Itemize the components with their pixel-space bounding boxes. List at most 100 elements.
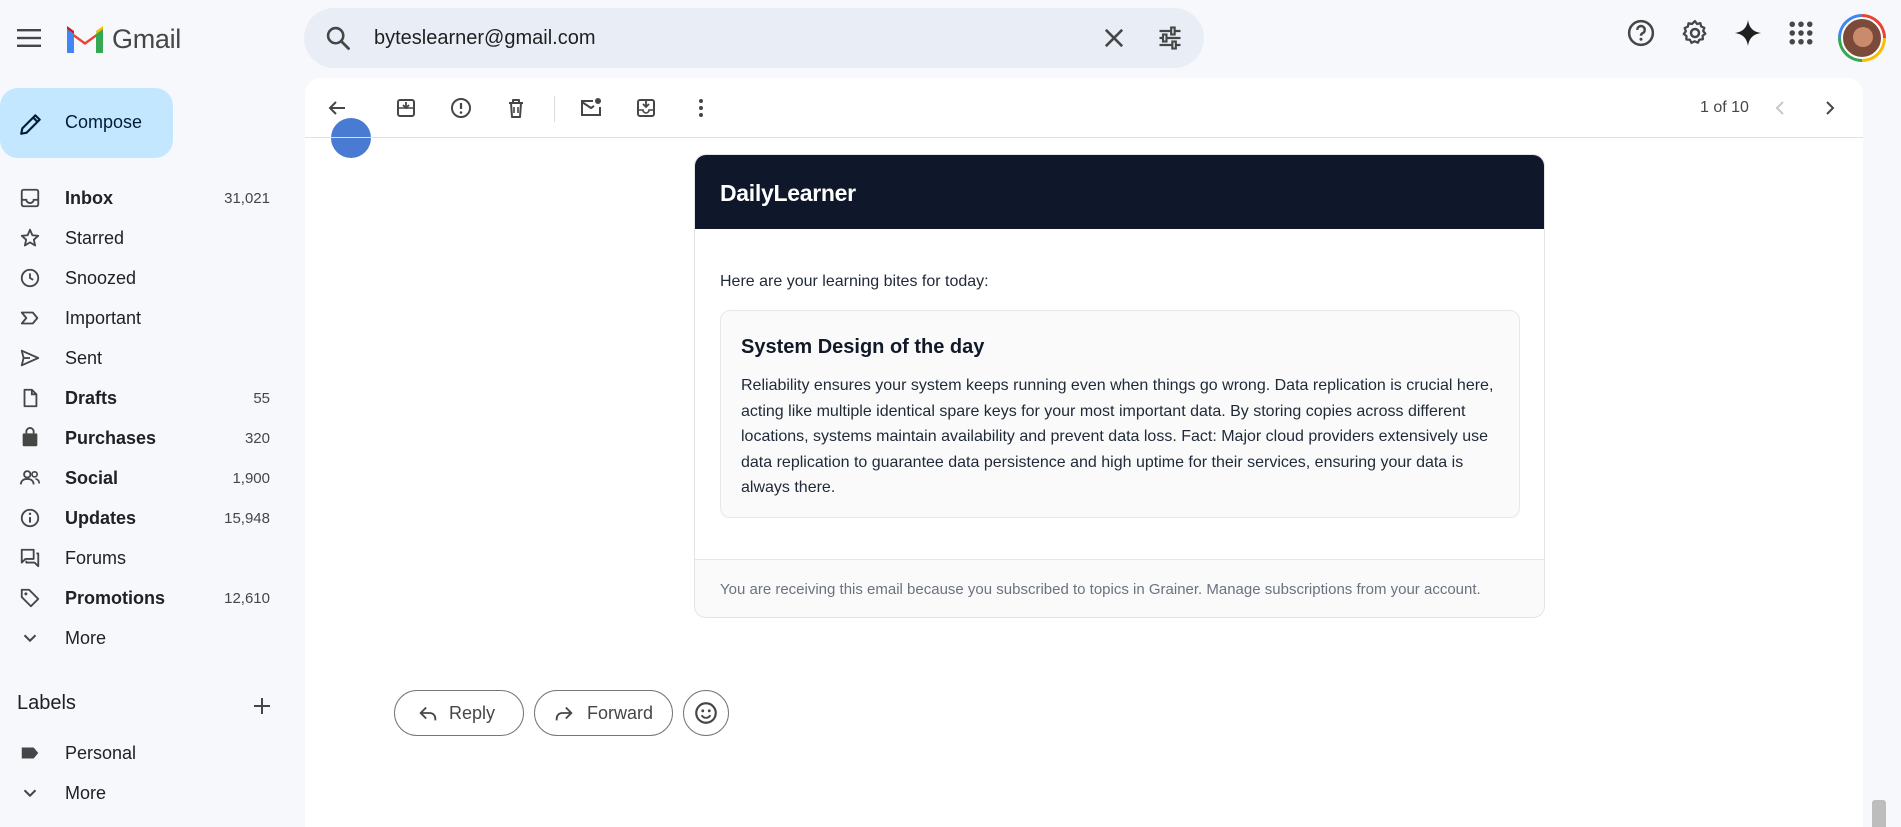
- label-icon: [21, 747, 39, 759]
- trash-icon[interactable]: [504, 96, 528, 120]
- move-to-icon[interactable]: [634, 96, 658, 120]
- unread-count: 12,610: [224, 590, 270, 607]
- topic-title: System Design of the day: [741, 336, 985, 358]
- sidebar-item-snoozed[interactable]: Snoozed: [0, 258, 290, 298]
- email-card: DailyLearner Here are your learning bite…: [694, 154, 1545, 618]
- topic-body: Reliability ensures your system keeps ru…: [741, 377, 1494, 496]
- info-icon: [20, 508, 40, 528]
- main-menu-button[interactable]: [12, 18, 48, 58]
- chevron-down-icon: [23, 634, 37, 643]
- add-label-icon[interactable]: [250, 694, 274, 718]
- sidebar-item-personal[interactable]: Personal: [0, 733, 290, 773]
- sidebar-item-social[interactable]: Social 1,900: [0, 458, 290, 498]
- star-icon: [20, 228, 40, 247]
- sidebar-item-more[interactable]: More: [0, 618, 290, 658]
- older-chevron-icon[interactable]: [1818, 96, 1842, 120]
- search-bar[interactable]: byteslearner@gmail.com: [304, 8, 1204, 68]
- clear-search-icon[interactable]: [1100, 24, 1128, 52]
- smiley-icon: [695, 702, 717, 724]
- sidebar-item-label: More: [65, 783, 107, 803]
- sidebar-item-label: Personal: [65, 743, 137, 763]
- more-options-icon[interactable]: [689, 96, 713, 120]
- email-footer: You are receiving this email because you…: [695, 559, 1544, 617]
- apps-grid-icon[interactable]: [1786, 18, 1816, 48]
- brand-name: DailyLearner: [720, 180, 856, 206]
- sidebar-item-forums[interactable]: Forums: [0, 538, 290, 578]
- app-name: Gmail: [112, 23, 182, 54]
- labels-heading: Labels: [17, 692, 76, 714]
- sidebar-item-label: Updates: [65, 508, 137, 528]
- pencil-icon: [20, 114, 41, 135]
- back-arrow-icon[interactable]: [325, 96, 349, 120]
- pagination-text: 1 of 10: [1700, 99, 1749, 116]
- sidebar-item-label: More: [65, 628, 107, 648]
- sidebar-item-label: Purchases: [65, 428, 157, 448]
- search-input[interactable]: byteslearner@gmail.com: [374, 27, 596, 50]
- sidebar-item-label: Promotions: [65, 588, 166, 608]
- unread-count: 31,021: [224, 190, 270, 207]
- gmail-m-icon: [67, 26, 103, 53]
- sidebar-item-label: Snoozed: [65, 268, 137, 288]
- settings-icon[interactable]: [1680, 18, 1710, 48]
- account-avatar[interactable]: [1838, 14, 1886, 62]
- chevron-down-icon: [23, 789, 37, 798]
- unread-count: 15,948: [224, 510, 270, 527]
- sidebar-item-label: Forums: [65, 548, 127, 568]
- sidebar-item-inbox[interactable]: Inbox 31,021: [0, 178, 290, 218]
- gemini-sparkle-icon[interactable]: [1733, 18, 1763, 48]
- sidebar-item-sent[interactable]: Sent: [0, 338, 290, 378]
- sidebar-nav: Inbox 31,021 Starred Snoozed Important S…: [0, 178, 290, 658]
- top-bar: Gmail byteslearner@gmail.com: [0, 0, 1901, 76]
- sidebar-item-drafts[interactable]: Drafts 55: [0, 378, 290, 418]
- forward-button[interactable]: Forward: [534, 690, 673, 736]
- reply-arrow-icon: [419, 706, 437, 721]
- message-view: 1 of 10 DailyLearner Here are your learn…: [305, 78, 1863, 827]
- unread-count: 320: [244, 430, 270, 447]
- message-toolbar: 1 of 10: [305, 78, 1863, 138]
- sidebar-item-label: Drafts: [65, 388, 118, 408]
- important-icon: [20, 311, 39, 325]
- email-intro: Here are your learning bites for today:: [720, 273, 989, 290]
- forum-icon: [20, 548, 40, 568]
- tag-icon: [20, 588, 40, 608]
- draft-icon: [23, 388, 38, 408]
- sidebar-item-important[interactable]: Important: [0, 298, 290, 338]
- archive-icon[interactable]: [394, 96, 418, 120]
- sidebar-item-starred[interactable]: Starred: [0, 218, 290, 258]
- shopping-bag-icon: [22, 427, 38, 447]
- search-icon[interactable]: [324, 24, 352, 52]
- mark-unread-icon[interactable]: [579, 96, 603, 120]
- forward-arrow-icon: [555, 706, 573, 721]
- sidebar-item-promotions[interactable]: Promotions 12,610: [0, 578, 290, 618]
- report-spam-icon[interactable]: [449, 96, 473, 120]
- reply-button[interactable]: Reply: [394, 690, 524, 736]
- hamburger-menu-icon: [17, 29, 41, 47]
- gmail-logo[interactable]: Gmail: [64, 20, 181, 58]
- sidebar-item-label: Social: [65, 468, 119, 488]
- send-icon: [20, 349, 40, 367]
- sidebar-item-updates[interactable]: Updates 15,948: [0, 498, 290, 538]
- reply-label: Reply: [449, 702, 496, 723]
- labels-more[interactable]: More: [0, 773, 290, 813]
- search-options-icon[interactable]: [1156, 24, 1184, 52]
- unread-count: 55: [253, 390, 270, 407]
- sidebar-item-label: Important: [65, 308, 142, 328]
- emoji-react-button[interactable]: [683, 690, 729, 736]
- compose-button[interactable]: Compose: [0, 88, 173, 158]
- sidebar-item-purchases[interactable]: Purchases 320: [0, 418, 290, 458]
- compose-label: Compose: [65, 112, 143, 132]
- people-icon: [19, 470, 40, 485]
- scrollbar-thumb[interactable]: [1872, 800, 1886, 827]
- newer-chevron-icon[interactable]: [1768, 96, 1792, 120]
- sidebar-item-label: Inbox: [65, 188, 113, 208]
- sidebar-item-label: Starred: [65, 228, 125, 248]
- inbox-icon: [20, 188, 40, 208]
- topic-box: System Design of the day Reliability ens…: [720, 310, 1520, 518]
- forward-label: Forward: [587, 702, 654, 723]
- help-icon[interactable]: [1626, 18, 1656, 48]
- clock-icon: [20, 268, 40, 288]
- unread-count: 1,900: [232, 470, 270, 487]
- email-brand-header: DailyLearner: [695, 155, 1544, 229]
- toolbar-divider: [554, 96, 555, 122]
- labels-list: Personal More: [0, 733, 290, 813]
